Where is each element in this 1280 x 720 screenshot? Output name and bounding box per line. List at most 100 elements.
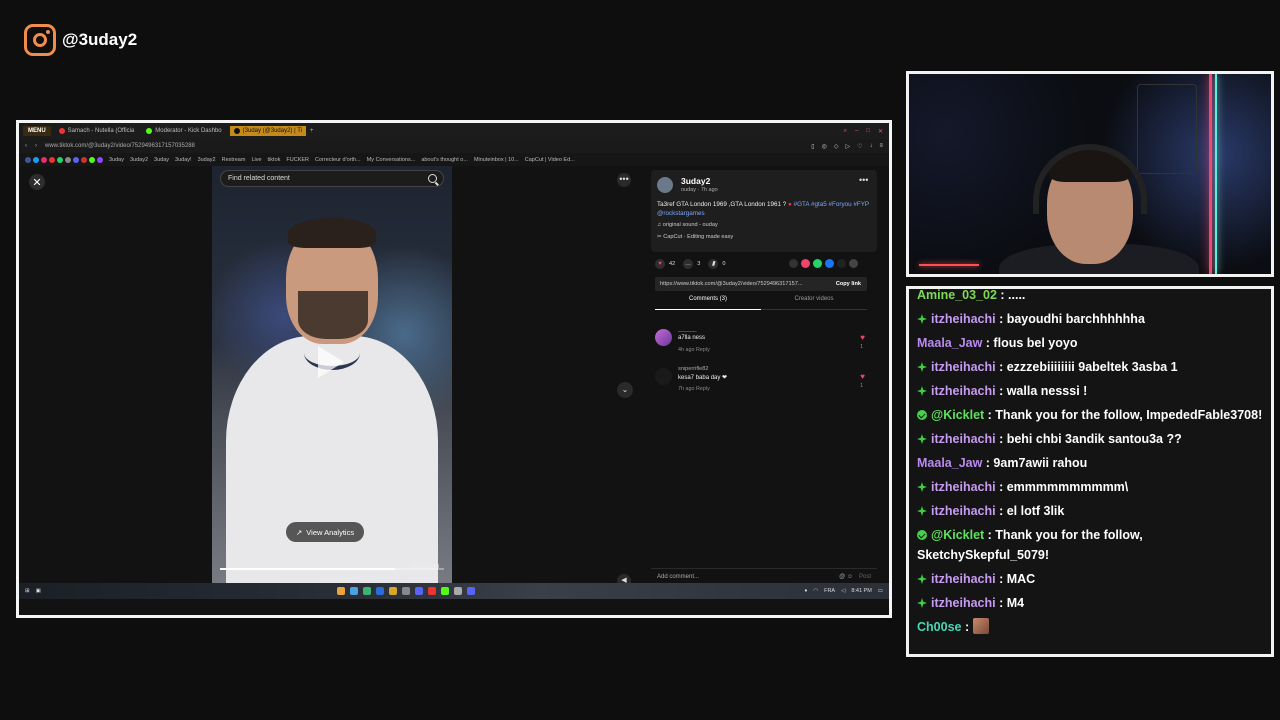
back-icon[interactable]: ‹ xyxy=(25,143,27,149)
send-icon[interactable] xyxy=(801,259,810,268)
post-more-icon[interactable]: ••• xyxy=(859,175,868,185)
next-video-icon[interactable]: ⌄ xyxy=(617,382,633,398)
bookmark-item[interactable]: Minuteinbox | 10... xyxy=(474,157,519,163)
mention-icon[interactable]: @ ☺ xyxy=(839,574,853,580)
chat-username[interactable]: itzheihachi xyxy=(931,360,996,374)
post-username[interactable]: 3uday2 xyxy=(681,176,710,186)
sound-label[interactable]: ♫ original sound - ouday xyxy=(657,222,718,228)
shield-icon[interactable]: ◇ xyxy=(834,143,839,150)
app-icon[interactable] xyxy=(466,587,475,595)
bookmark-item[interactable]: 3uday2 xyxy=(198,157,216,163)
chat-username[interactable]: itzheihachi xyxy=(931,504,996,518)
app-icon[interactable] xyxy=(349,587,358,595)
clock[interactable]: 8:41 PM xyxy=(851,588,871,594)
whatsapp-icon[interactable] xyxy=(813,259,822,268)
bookmark-item[interactable]: 3uday2 xyxy=(130,157,148,163)
camera-icon[interactable]: ◎ xyxy=(822,143,827,150)
bookmark-item[interactable]: about's thought o... xyxy=(421,157,468,163)
maximize-icon[interactable]: □ xyxy=(866,128,870,135)
more-options-icon[interactable]: ••• xyxy=(617,173,631,187)
comment-user[interactable]: ______ xyxy=(678,327,697,333)
bookmark-item[interactable]: Restream xyxy=(222,157,246,163)
bookmark-item[interactable]: CapCut | Video Ed... xyxy=(525,157,575,163)
bookmark-item[interactable]: My Conversations... xyxy=(367,157,416,163)
windows-icon[interactable]: ⊞ xyxy=(25,588,30,594)
app-icon[interactable] xyxy=(440,587,449,595)
chat-username[interactable]: @Kicklet xyxy=(931,408,984,422)
tab-tiktok[interactable]: (3uday (@3uday2) | Ti xyxy=(229,126,306,136)
tab-comments[interactable]: Comments (3) xyxy=(655,296,761,310)
facebook-icon[interactable] xyxy=(825,259,834,268)
wifi-icon[interactable]: ◠ xyxy=(813,588,818,594)
url-field[interactable]: www.tiktok.com/@3uday2/video/75294963171… xyxy=(45,143,195,149)
share-icon[interactable] xyxy=(849,259,858,268)
chat-username[interactable]: Ch00se xyxy=(917,620,961,634)
notification-icon[interactable]: ▭ xyxy=(878,588,883,594)
forward-icon[interactable]: › xyxy=(35,143,37,149)
app-icon[interactable] xyxy=(362,587,371,595)
bookmark-item[interactable]: FUCKER xyxy=(286,157,309,163)
menu-button[interactable]: MENU xyxy=(23,126,51,136)
app-icon[interactable] xyxy=(336,587,345,595)
post-button[interactable]: Post xyxy=(859,574,877,580)
avatar[interactable] xyxy=(657,177,673,193)
chat-username[interactable]: Maala_Jaw xyxy=(917,336,982,350)
volume-tray-icon[interactable]: ◁ xyxy=(841,588,845,594)
new-tab-button[interactable]: + xyxy=(310,128,314,134)
chat-username[interactable]: @Kicklet xyxy=(931,528,984,542)
search-input[interactable]: Find related content xyxy=(220,170,444,187)
tab-creator-videos[interactable]: Creator videos xyxy=(761,296,867,310)
comment-meta[interactable]: 7h ago Reply xyxy=(678,386,710,392)
app-icon[interactable] xyxy=(414,587,423,595)
save-button[interactable]: ▮ 0 xyxy=(708,259,725,269)
minimize-icon[interactable]: – xyxy=(855,128,858,135)
chat-username[interactable]: itzheihachi xyxy=(931,572,996,586)
view-analytics-button[interactable]: ↗ View Analytics xyxy=(286,522,365,542)
video-player[interactable]: Find related content ↗ View Analytics 01… xyxy=(212,166,452,599)
chat-username[interactable]: itzheihachi xyxy=(931,480,996,494)
heart-icon[interactable]: ♡ xyxy=(857,143,862,150)
chat-username[interactable]: Maala_Jaw xyxy=(917,456,982,470)
heart-icon[interactable]: ♥ xyxy=(860,333,865,342)
comment-button[interactable]: … 3 xyxy=(683,259,700,269)
app-icon[interactable] xyxy=(453,587,462,595)
app-icon[interactable] xyxy=(401,587,410,595)
taskview-icon[interactable]: ▣ xyxy=(36,588,41,594)
add-comment-field[interactable]: Add comment... @ ☺ Post xyxy=(651,568,877,584)
app-icon[interactable] xyxy=(375,587,384,595)
like-button[interactable]: ♥ 42 xyxy=(655,259,675,269)
bookmark-icon[interactable]: ▯ xyxy=(811,143,814,150)
app-icon[interactable] xyxy=(427,587,436,595)
download-icon[interactable]: ↓ xyxy=(869,143,872,150)
tab-kick[interactable]: Moderator - Kick Dashbo xyxy=(142,126,225,136)
chat-username[interactable]: itzheihachi xyxy=(931,312,996,326)
chat-username[interactable]: itzheihachi xyxy=(931,596,996,610)
chat-username[interactable]: itzheihachi xyxy=(931,384,996,398)
copy-link-button[interactable]: Copy link xyxy=(836,281,867,287)
x-icon[interactable] xyxy=(837,259,846,268)
search-icon[interactable] xyxy=(428,174,437,183)
close-video-button[interactable]: ✕ xyxy=(29,174,45,190)
mic-icon[interactable]: ♦ xyxy=(804,588,807,594)
avatar[interactable] xyxy=(655,368,672,385)
avatar[interactable] xyxy=(655,329,672,346)
play-icon[interactable] xyxy=(318,346,344,378)
app-icon[interactable] xyxy=(388,587,397,595)
menu-icon[interactable]: ≡ xyxy=(879,143,883,150)
tab-youtube[interactable]: Samach - Nutella (Officia xyxy=(55,126,139,136)
chat-username[interactable]: itzheihachi xyxy=(931,432,996,446)
comment-meta[interactable]: 4h ago Reply xyxy=(678,347,710,353)
embed-icon[interactable] xyxy=(789,259,798,268)
bookmark-item[interactable]: Correcteur d'orth... xyxy=(315,157,361,163)
chat-username[interactable]: Amine_03_02 xyxy=(917,289,997,302)
post-link[interactable]: https://www.tiktok.com/@3uday2/video/752… xyxy=(660,281,803,287)
language-indicator[interactable]: FRA xyxy=(824,588,835,594)
bookmark-item[interactable]: tiktok xyxy=(268,157,281,163)
play-icon[interactable]: ▷ xyxy=(845,143,850,150)
capcut-label[interactable]: ✂ CapCut · Editing made easy xyxy=(657,234,733,240)
bookmark-item[interactable]: 3uday xyxy=(109,157,124,163)
bookmark-item[interactable]: Live xyxy=(251,157,261,163)
search-icon[interactable]: ⌕ xyxy=(844,128,847,135)
bookmark-item[interactable]: 3uday xyxy=(154,157,169,163)
close-window-icon[interactable]: ✕ xyxy=(878,128,883,135)
